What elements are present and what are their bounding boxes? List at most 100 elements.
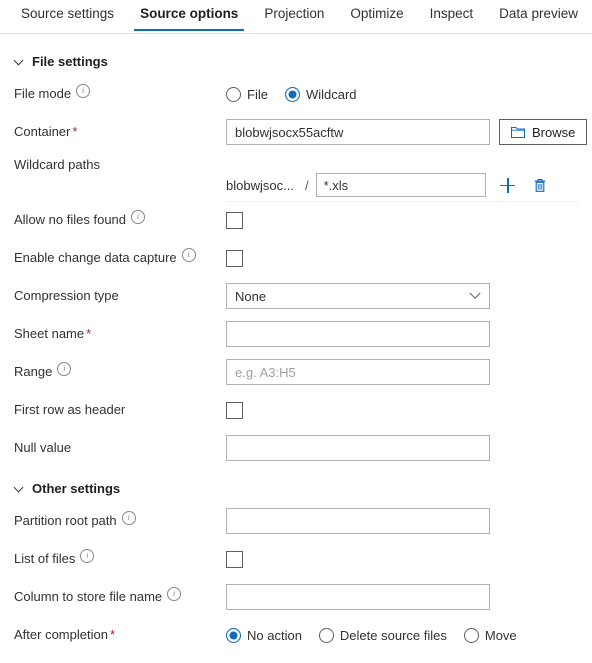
null-value-input[interactable] [226,435,490,461]
tab-data-preview[interactable]: Data preview [486,0,591,31]
control-first-row-as-header [226,401,243,419]
radio-circle-icon [318,627,334,643]
radio-file-mode-file[interactable]: File [226,86,268,102]
add-wildcard-path-button[interactable] [498,175,518,195]
chevron-down-icon [14,56,25,67]
radio-circle-icon [226,86,241,102]
allow-no-files-found-checkbox[interactable] [226,211,243,229]
row-allow-no-files-found: Allow no files found i [0,201,592,239]
control-partition-root-path [226,508,490,534]
label-partition-root-path: Partition root path i [14,511,226,529]
control-null-value [226,435,490,461]
row-enable-change-data-capture: Enable change data capture i [0,239,592,277]
section-title-file-settings: File settings [32,54,108,69]
control-sheet-name [226,321,490,347]
info-icon[interactable]: i [57,362,72,376]
sheet-name-input[interactable] [226,321,490,347]
info-icon[interactable]: i [181,248,196,262]
info-icon[interactable]: i [76,84,91,98]
tab-source-options[interactable]: Source options [127,0,251,31]
wildcard-path-input[interactable] [315,173,486,197]
row-wildcard-paths: Wildcard paths blobwjsoc... / [0,151,592,201]
label-enable-change-data-capture: Enable change data capture i [14,248,226,266]
row-sheet-name: Sheet name * [0,315,592,353]
section-title-other-settings: Other settings [32,481,121,496]
info-icon[interactable]: i [80,549,95,563]
container-input[interactable] [226,119,490,145]
control-column-to-store-file-name [226,584,490,610]
radio-label: Delete source files [339,627,447,643]
row-container: Container * Browse [0,113,592,151]
radio-label: No action [247,627,302,643]
required-marker: * [109,627,115,642]
label-container: Container * [14,124,78,139]
control-wildcard-paths: blobwjsoc... / [226,155,550,197]
row-column-to-store-file-name: Column to store file name i [0,578,592,616]
folder-icon [511,127,525,138]
info-icon[interactable]: i [131,210,146,224]
tab-source-settings[interactable]: Source settings [8,0,127,31]
label-range: Range i [14,362,226,380]
browse-button[interactable]: Browse [499,119,588,145]
radio-after-completion-no-action[interactable]: No action [226,627,302,643]
label-after-completion: After completion * [14,627,115,642]
wildcard-path-prefix: blobwjsoc... [226,177,294,193]
partition-root-path-input[interactable] [226,508,490,534]
row-after-completion: After completion * No action Delete sour… [0,616,592,654]
required-marker: * [72,124,78,139]
radio-circle-icon [463,627,479,643]
delete-wildcard-path-button[interactable] [530,175,550,195]
row-compression-type: Compression type None [0,277,592,315]
chevron-down-icon [14,483,25,494]
control-container: Browse [226,119,588,145]
label-compression-type: Compression type [14,288,119,303]
source-options-form: File settings File mode i File Wildcard … [0,34,592,654]
control-compression-type: None [226,283,490,309]
label-sheet-name: Sheet name * [14,326,92,341]
label-null-value: Null value [14,440,72,455]
radio-group-file-mode: File Wildcard [226,86,357,102]
first-row-as-header-checkbox[interactable] [226,401,243,419]
control-list-of-files [226,550,243,568]
range-input[interactable] [226,359,490,385]
control-range [226,359,490,385]
enable-change-data-capture-checkbox[interactable] [226,249,243,267]
label-wildcard-paths: Wildcard paths [14,157,100,172]
label-column-to-store-file-name: Column to store file name i [14,587,226,605]
radio-after-completion-move[interactable]: Move [463,627,517,643]
required-marker: * [86,326,92,341]
radio-label: File [247,86,268,102]
row-list-of-files: List of files i [0,540,592,578]
radio-file-mode-wildcard[interactable]: Wildcard [284,86,357,102]
list-of-files-checkbox[interactable] [226,550,243,568]
radio-circle-selected-icon [284,86,300,102]
tab-inspect[interactable]: Inspect [417,0,487,31]
label-file-mode: File mode i [14,84,226,102]
section-header-file-settings[interactable]: File settings [0,48,592,75]
row-first-row-as-header: First row as header [0,391,592,429]
control-allow-no-files-found [226,211,243,229]
radio-after-completion-delete-source-files[interactable]: Delete source files [318,627,447,643]
section-header-other-settings[interactable]: Other settings [0,475,592,502]
row-range: Range i [0,353,592,391]
compression-type-value: None [235,288,267,304]
row-partition-root-path: Partition root path i [0,502,592,540]
row-file-mode: File mode i File Wildcard [0,75,592,113]
radio-circle-selected-icon [226,627,241,643]
column-to-store-file-name-input[interactable] [226,584,490,610]
compression-type-dropdown[interactable]: None [226,283,490,309]
info-icon[interactable]: i [167,587,182,601]
tab-projection[interactable]: Projection [251,0,337,31]
control-enable-change-data-capture [226,249,243,267]
chevron-down-icon [469,287,481,299]
tab-bar: Source settings Source options Projectio… [0,0,592,34]
info-icon[interactable]: i [121,511,136,525]
plus-icon [500,177,516,193]
browse-label: Browse [532,124,576,140]
label-allow-no-files-found: Allow no files found i [14,210,226,228]
label-list-of-files: List of files i [14,549,226,567]
tab-optimize[interactable]: Optimize [337,0,416,31]
wildcard-path-separator: / [305,177,309,193]
label-first-row-as-header: First row as header [14,402,126,417]
radio-label: Move [484,627,517,643]
